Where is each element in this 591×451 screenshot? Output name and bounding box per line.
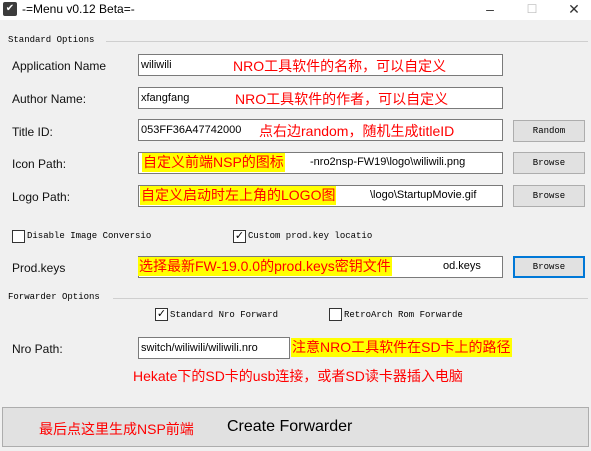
prodkeys-browse-button[interactable]: Browse <box>513 256 585 278</box>
prodkeys-annotation: 选择最新FW-19.0.0的prod.keys密钥文件 <box>138 257 392 276</box>
retroarch-checkbox[interactable] <box>329 308 342 321</box>
title-id-annotation: 点右边random，随机生成titleID <box>259 123 455 139</box>
logo-path-value: \logo\StartupMovie.gif <box>370 189 477 201</box>
create-forwarder-label: Create Forwarder <box>227 418 353 435</box>
disable-image-checkbox[interactable] <box>12 230 25 243</box>
icon-path-label: Icon Path: <box>12 157 67 171</box>
disable-image-label: Disable Image Conversio <box>27 231 152 241</box>
standard-nro-label: Standard Nro Forward <box>170 310 279 320</box>
title-bar: ✔ -=Menu v0.12 Beta=- – ☐ ✕ <box>0 0 591 20</box>
standard-options-heading: Standard Options <box>8 35 95 45</box>
group-divider <box>113 298 588 299</box>
group-divider <box>106 41 588 42</box>
maximize-button[interactable]: ☐ <box>514 0 550 20</box>
title-id-value: 053FF36A47742000 <box>141 124 242 136</box>
author-name-annotation: NRO工具软件的作者，可以自定义 <box>235 91 449 107</box>
standard-nro-checkbox[interactable]: ✓ <box>155 308 168 321</box>
nro-path-input[interactable]: switch/wiliwili/wiliwili.nro <box>138 337 290 359</box>
title-id-label: Title ID: <box>12 125 53 139</box>
prodkeys-label: Prod.keys <box>12 261 66 275</box>
author-name-value: xfangfang <box>141 92 190 104</box>
nro-path-annotation: 注意NRO工具软件在SD卡上的路径 <box>291 338 512 357</box>
create-annotation: 最后点这里生成NSP前端 <box>39 421 194 437</box>
minimize-button[interactable]: – <box>472 0 508 20</box>
logo-browse-button[interactable]: Browse <box>513 185 585 207</box>
retroarch-label: RetroArch Rom Forwarde <box>344 310 463 320</box>
nro-path-label: Nro Path: <box>12 342 63 356</box>
sd-card-annotation: Hekate下的SD卡的usb连接，或者SD读卡器插入电脑 <box>133 368 463 384</box>
icon-path-value: -nro2nsp-FW19\logo\wiliwili.png <box>310 156 466 168</box>
icon-path-annotation: 自定义前端NSP的图标 <box>142 153 285 172</box>
icon-browse-button[interactable]: Browse <box>513 152 585 174</box>
app-name-label: Application Name <box>12 59 107 73</box>
logo-path-annotation: 自定义启动时左上角的LOGO图 <box>140 186 337 205</box>
nro-path-value: switch/wiliwili/wiliwili.nro <box>141 342 258 354</box>
logo-path-label: Logo Path: <box>12 190 71 204</box>
app-name-annotation: NRO工具软件的名称，可以自定义 <box>233 58 447 74</box>
random-button[interactable]: Random <box>513 120 585 142</box>
app-icon: ✔ <box>3 2 17 16</box>
window-title: -=Menu v0.12 Beta=- <box>22 2 135 16</box>
custom-prodkey-label: Custom prod.key locatio <box>248 231 373 241</box>
author-name-label: Author Name: <box>12 92 87 106</box>
prodkeys-value: od.keys <box>443 260 481 272</box>
forwarder-options-heading: Forwarder Options <box>8 292 100 302</box>
app-name-value: wiliwili <box>141 59 172 71</box>
close-button[interactable]: ✕ <box>556 0 591 20</box>
custom-prodkey-checkbox[interactable]: ✓ <box>233 230 246 243</box>
